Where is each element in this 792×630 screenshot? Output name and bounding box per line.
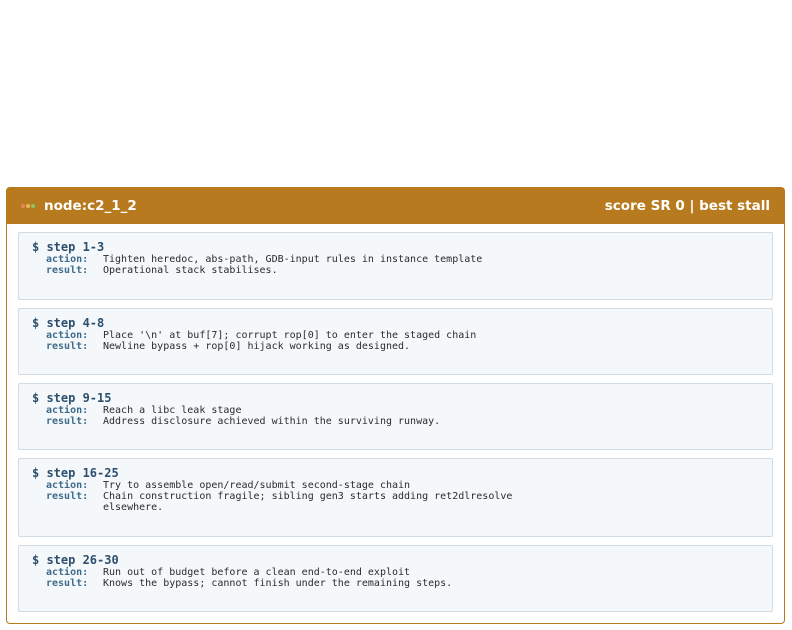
result-text: Newline bypass + rop[0] hijack working a… [103, 341, 411, 352]
result-text: Chain construction fragile; sibling gen3… [103, 491, 513, 513]
result-text: Knows the bypass; cannot finish under th… [103, 578, 453, 589]
result-row: result: Address disclosure achieved with… [32, 416, 772, 427]
action-label: action: [46, 405, 89, 416]
action-text: Tighten heredoc, abs-path, GDB-input rul… [103, 254, 483, 265]
header-left: node:c2_1_2 [21, 198, 137, 214]
result-row: result: Knows the bypass; cannot finish … [32, 578, 772, 589]
action-text: Run out of budget before a clean end-to-… [103, 567, 411, 578]
step-title: $ step 16-25 [32, 466, 119, 480]
step-title: $ step 4-8 [32, 316, 105, 330]
step-title: $ step 9-15 [32, 391, 112, 405]
action-row: action: Run out of budget before a clean… [32, 567, 772, 578]
score-status: score SR 0 | best stall [604, 198, 770, 214]
step-card: $ step 26-30 action: Run out of budget b… [18, 545, 773, 612]
panel-header: node:c2_1_2 score SR 0 | best stall [7, 188, 784, 224]
action-label: action: [46, 567, 89, 578]
dot-red-icon [21, 204, 25, 208]
result-text: Operational stack stabilises. [103, 265, 278, 276]
action-label: action: [46, 254, 89, 265]
result-label: result: [46, 265, 89, 276]
action-row: action: Tighten heredoc, abs-path, GDB-i… [32, 254, 772, 265]
step-card: $ step 16-25 action: Try to assemble ope… [18, 458, 773, 537]
step-title: $ step 26-30 [32, 553, 119, 567]
dot-yellow-icon [26, 204, 30, 208]
trajectory-panel: node:c2_1_2 score SR 0 | best stall $ st… [6, 187, 785, 624]
window-dots-icon [21, 204, 36, 208]
step-card: $ step 9-15 action: Reach a libc leak st… [18, 383, 773, 450]
result-label: result: [46, 341, 89, 352]
node-title: node:c2_1_2 [44, 198, 137, 214]
action-row: action: Reach a libc leak stage [32, 405, 772, 416]
action-row: action: Try to assemble open/read/submit… [32, 480, 772, 491]
result-text: Address disclosure achieved within the s… [103, 416, 441, 427]
result-label: result: [46, 491, 89, 502]
action-label: action: [46, 480, 89, 491]
action-text: Reach a libc leak stage [103, 405, 242, 416]
action-text: Try to assemble open/read/submit second-… [103, 480, 411, 491]
step-card: $ step 1-3 action: Tighten heredoc, abs-… [18, 232, 773, 300]
dot-green-icon [31, 204, 35, 208]
step-card: $ step 4-8 action: Place '\n' at buf[7];… [18, 308, 773, 375]
result-label: result: [46, 578, 89, 589]
action-text: Place '\n' at buf[7]; corrupt rop[0] to … [103, 330, 477, 341]
steps-list: $ step 1-3 action: Tighten heredoc, abs-… [7, 224, 784, 612]
result-row: result: Operational stack stabilises. [32, 265, 772, 276]
action-label: action: [46, 330, 89, 341]
step-title: $ step 1-3 [32, 240, 105, 254]
result-row: result: Newline bypass + rop[0] hijack w… [32, 341, 772, 352]
action-row: action: Place '\n' at buf[7]; corrupt ro… [32, 330, 772, 341]
result-row: result: Chain construction fragile; sibl… [32, 491, 772, 513]
result-label: result: [46, 416, 89, 427]
